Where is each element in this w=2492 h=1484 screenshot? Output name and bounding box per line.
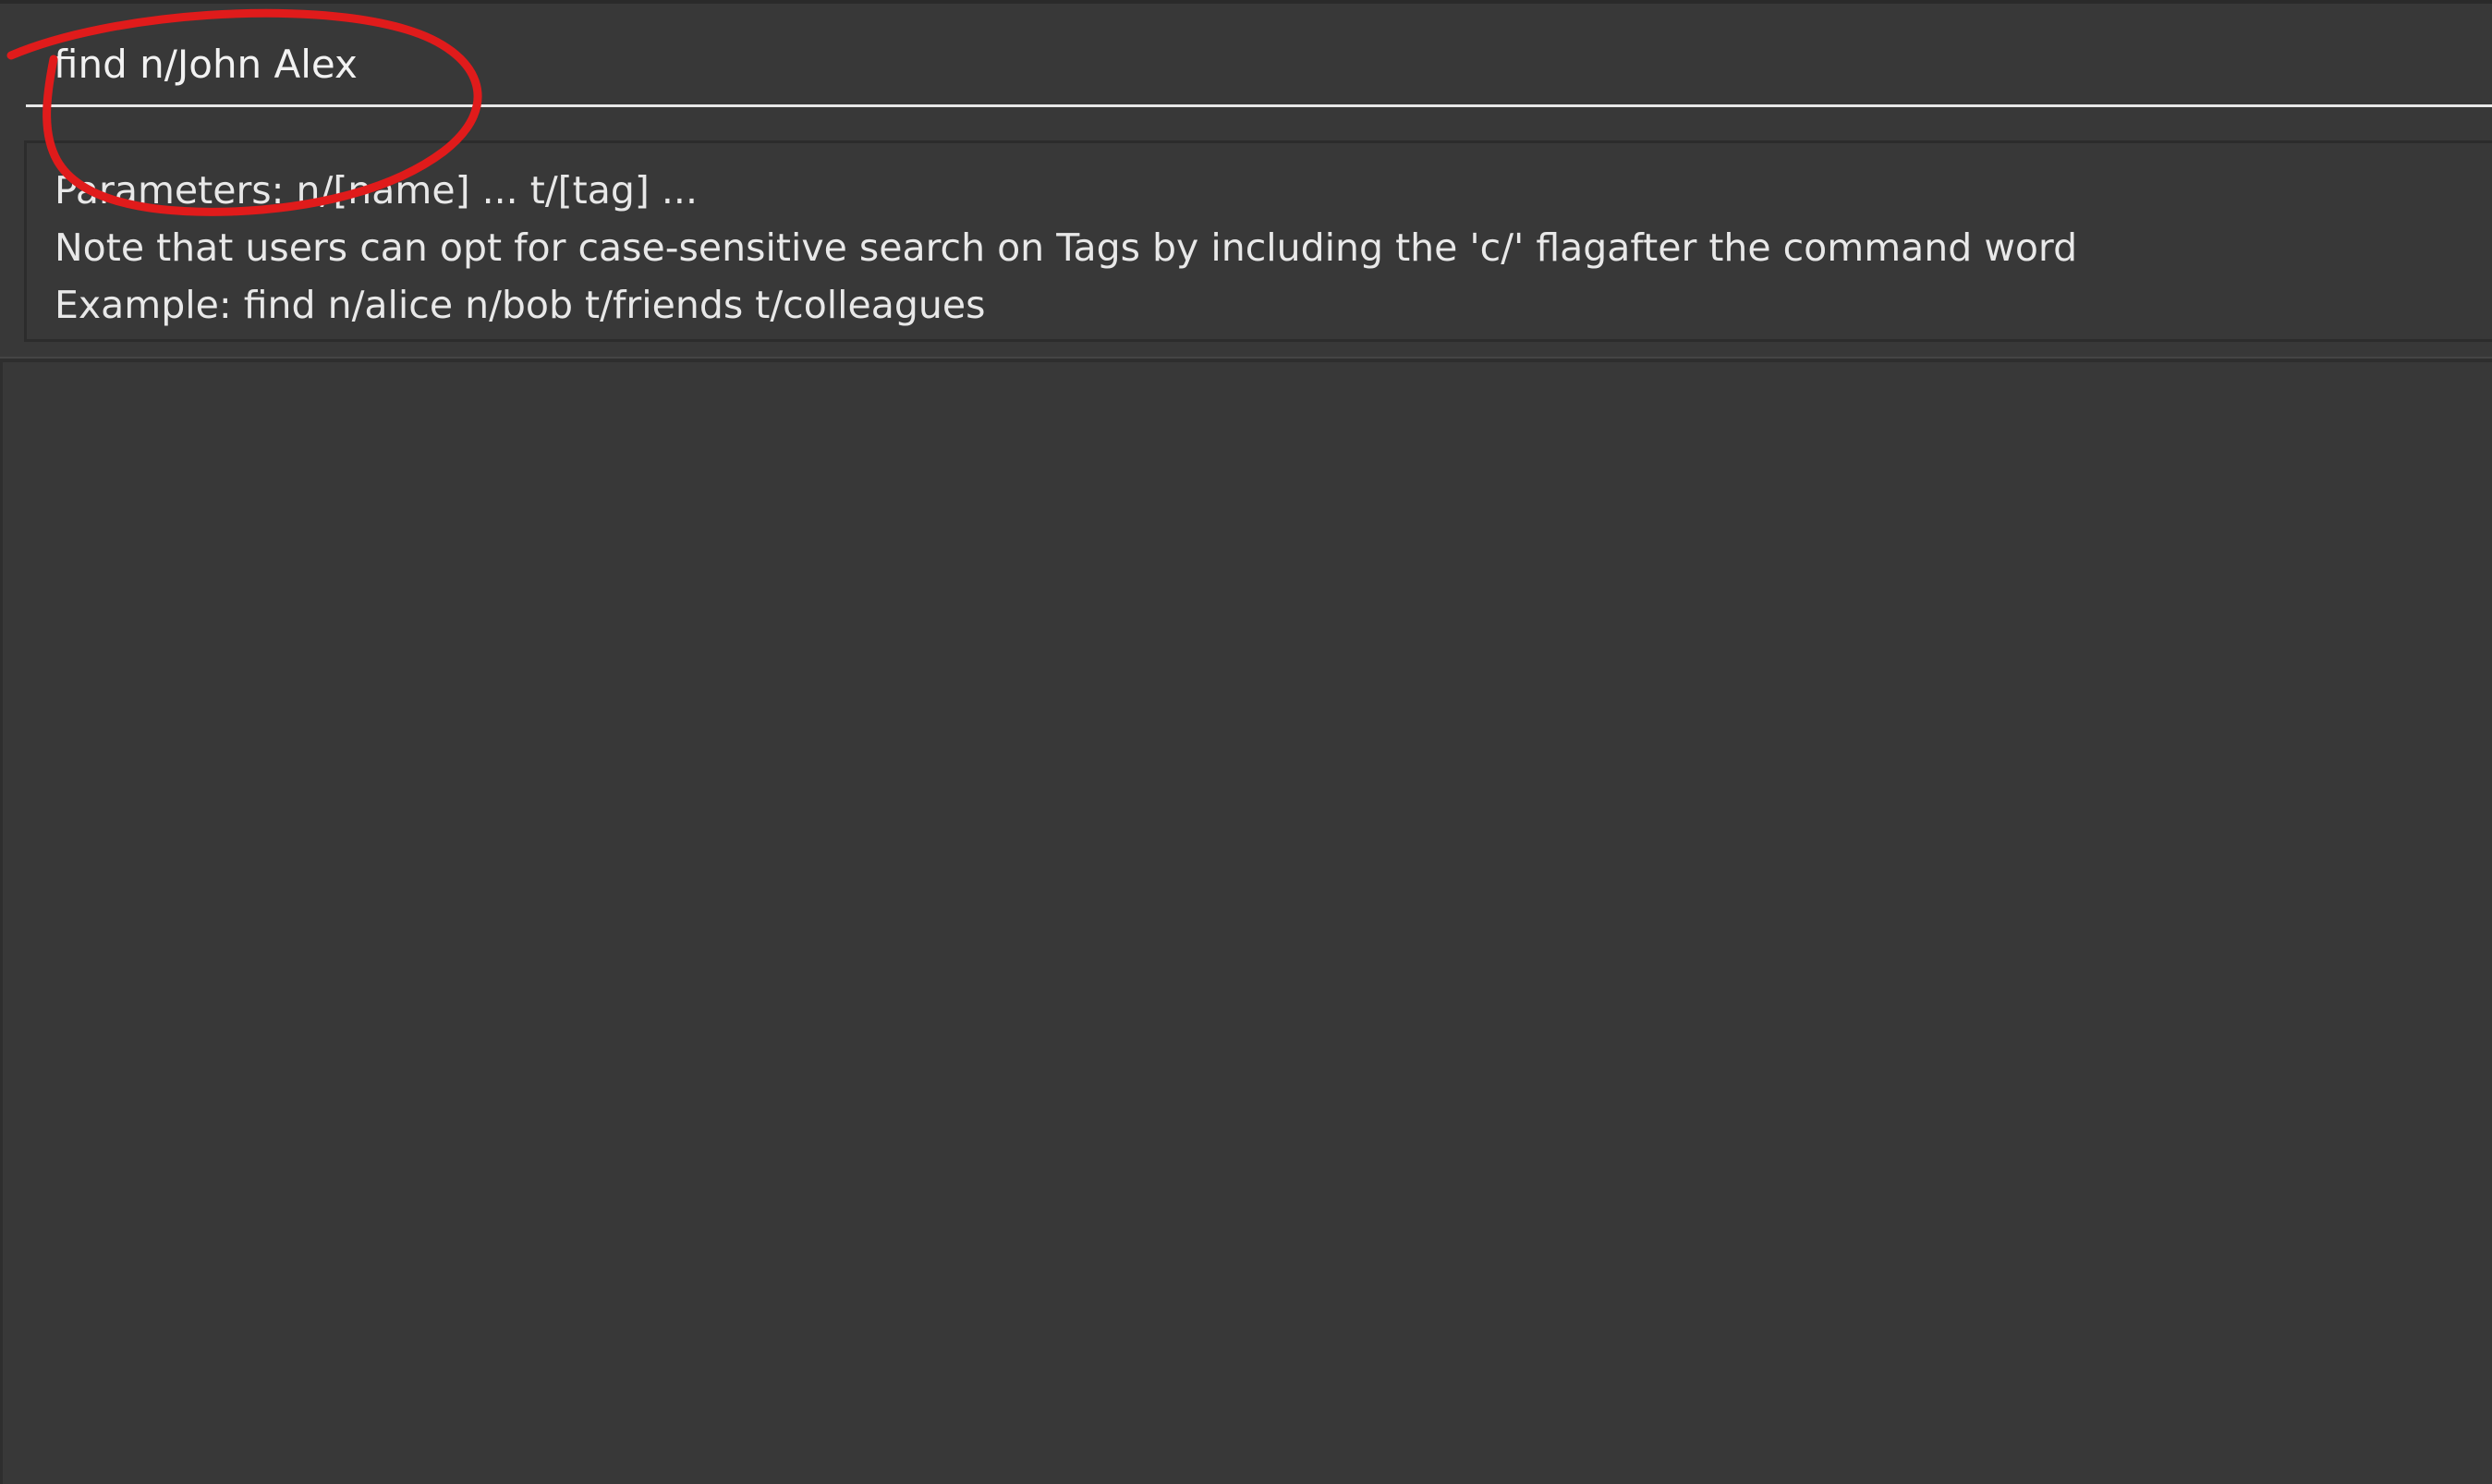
result-display: Parameters: n/[name] ... t/[tag] ... Not… xyxy=(24,140,2492,342)
command-box xyxy=(0,4,2492,133)
result-line-parameters: Parameters: n/[name] ... t/[tag] ... xyxy=(55,168,698,213)
result-line-example: Example: find n/alice n/bob t/friends t/… xyxy=(55,283,986,327)
result-line-note: Note that users can opt for case-sensiti… xyxy=(55,225,2078,270)
app-window: Parameters: n/[name] ... t/[tag] ... Not… xyxy=(0,0,2492,1484)
command-input[interactable] xyxy=(26,24,2492,107)
person-list-panel xyxy=(0,362,2492,1484)
